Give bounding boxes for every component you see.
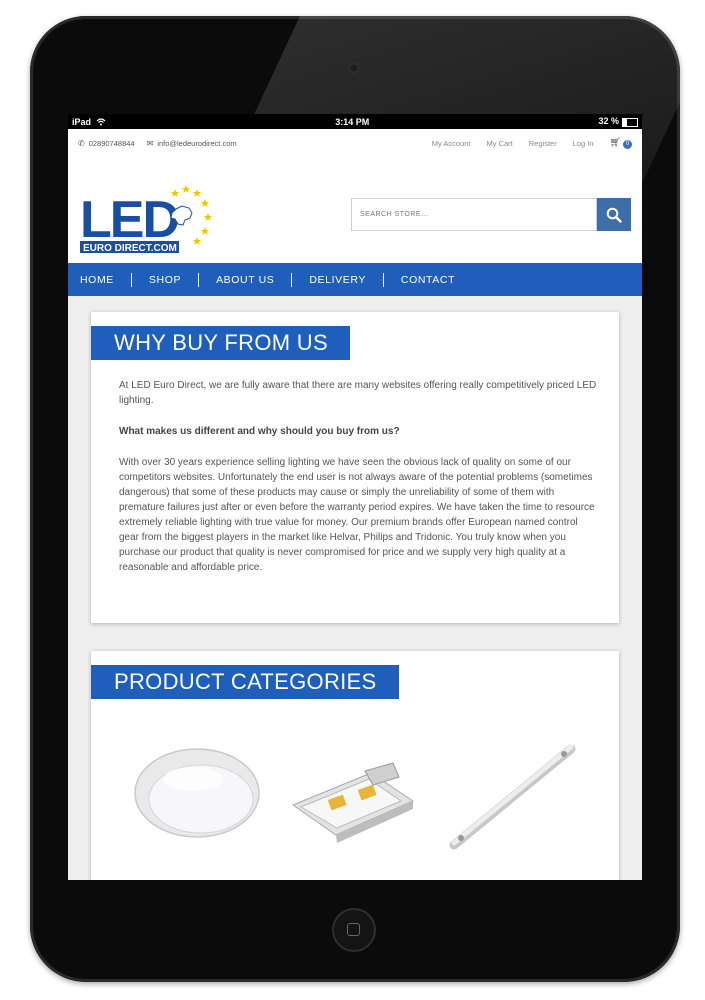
why-buy-card: WHY BUY FROM US At LED Euro Direct, we a… [91, 312, 619, 623]
logo-sub-text: EURO DIRECT.COM [83, 243, 177, 254]
battery-icon [621, 117, 638, 127]
top-bar: ✆ 02890748844 ✉ info@ledeurodirect.com My … [68, 129, 642, 157]
register-link[interactable]: Register [529, 139, 557, 148]
battery-percent: 32 % [598, 116, 619, 127]
cart-icon: 🛒︎ [609, 137, 621, 147]
site-logo[interactable]: LED EURO DIRECT.COM [80, 183, 214, 263]
search-icon [606, 207, 622, 223]
product-round-bulkhead[interactable] [134, 748, 260, 838]
product-batten-light[interactable] [449, 744, 576, 850]
status-time: 3:14 PM [335, 116, 370, 127]
why-buy-intro: At LED Euro Direct, we are fully aware t… [119, 380, 597, 406]
product-categories-title: PRODUCT CATEGORIES [91, 665, 399, 699]
cart-button[interactable]: 🛒︎ 0 [610, 137, 632, 149]
main-nav: HOME SHOP ABOUT US DELIVERY CONTACT [68, 263, 642, 296]
phone-number: 02890748844 [88, 138, 135, 148]
front-camera [349, 63, 359, 73]
my-account-link[interactable]: My Account [432, 139, 471, 148]
search-bar [351, 198, 631, 231]
device-label: iPad [72, 116, 92, 127]
nav-contact[interactable]: CONTACT [384, 273, 472, 287]
product-images [134, 744, 576, 850]
nav-home[interactable]: HOME [80, 272, 132, 287]
wifi-icon [96, 117, 106, 125]
logo-main-text: LED [80, 191, 178, 249]
phone-icon: ✆ [78, 138, 85, 148]
search-button[interactable] [597, 198, 631, 231]
why-buy-body: At LED Euro Direct, we are fully aware t… [119, 378, 599, 591]
site-header: LED EURO DIRECT.COM [68, 157, 642, 263]
why-buy-text: With over 30 years experience selling li… [119, 457, 595, 573]
screen: iPad 3:14 PM 32 % ✆ 02890748844 ✉ info@led… [68, 114, 642, 880]
status-bar: iPad 3:14 PM 32 % [68, 114, 642, 129]
product-recessed-downlight[interactable] [291, 762, 415, 843]
nav-about-us[interactable]: ABOUT US [199, 272, 293, 287]
nav-shop[interactable]: SHOP [132, 272, 200, 287]
login-link[interactable]: Log In [573, 139, 594, 148]
phone-contact[interactable]: ✆ 02890748844 [78, 139, 135, 148]
home-button[interactable] [332, 908, 376, 952]
nav-delivery[interactable]: DELIVERY [292, 272, 384, 287]
email-contact[interactable]: ✉ info@ledeurodirect.com [147, 139, 237, 148]
email-address: info@ledeurodirect.com [157, 138, 237, 148]
home-button-icon [347, 923, 360, 936]
product-categories-card: PRODUCT CATEGORIES [91, 651, 619, 880]
cart-count-badge: 0 [623, 140, 632, 149]
why-buy-question: What makes us different and why should y… [119, 426, 400, 437]
why-buy-title: WHY BUY FROM US [91, 326, 350, 360]
envelope-icon: ✉ [146, 138, 154, 148]
my-cart-link[interactable]: My Cart [487, 139, 513, 148]
search-input[interactable] [351, 198, 597, 231]
